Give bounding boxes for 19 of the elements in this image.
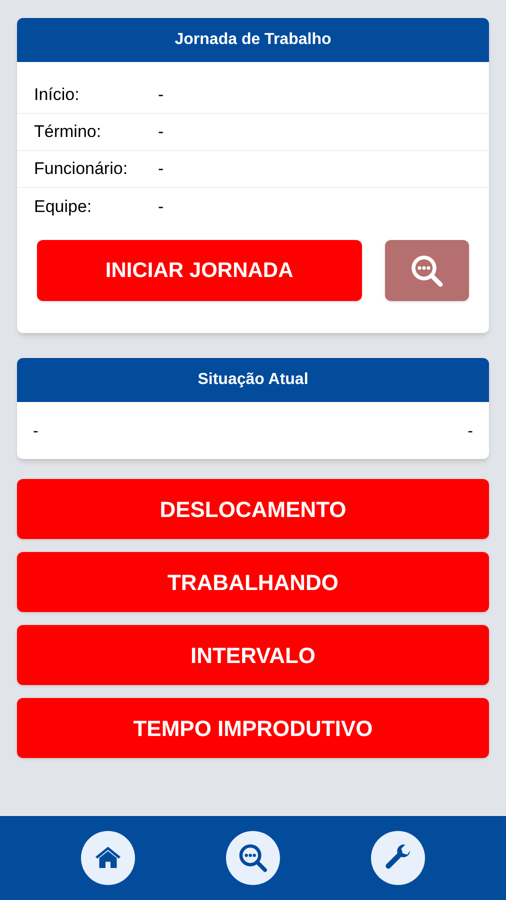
status-button[interactable]: TEMPO IMPRODUTIVO xyxy=(17,698,489,758)
card-title: Jornada de Trabalho xyxy=(174,30,332,50)
card-title: Situação Atual xyxy=(198,370,308,390)
status-text: - xyxy=(33,422,38,442)
start-journey-button[interactable]: INICIAR JORNADA xyxy=(37,240,362,301)
status-button[interactable]: DESLOCAMENTO xyxy=(17,479,489,539)
field-value: - xyxy=(158,121,164,144)
field-label: Equipe: xyxy=(34,196,93,218)
status-button[interactable]: TRABALHANDO xyxy=(17,552,489,612)
field-label: Término: xyxy=(34,121,102,144)
field-value: - xyxy=(158,84,164,106)
status-text: - xyxy=(468,422,473,442)
field-value: - xyxy=(158,158,164,180)
field-label: Início: xyxy=(34,84,80,106)
field-label: Funcionário: xyxy=(34,158,129,180)
search-icon xyxy=(408,252,445,288)
field-value: - xyxy=(158,196,164,218)
search-icon xyxy=(236,842,269,874)
status-button[interactable]: INTERVALO xyxy=(17,625,489,685)
